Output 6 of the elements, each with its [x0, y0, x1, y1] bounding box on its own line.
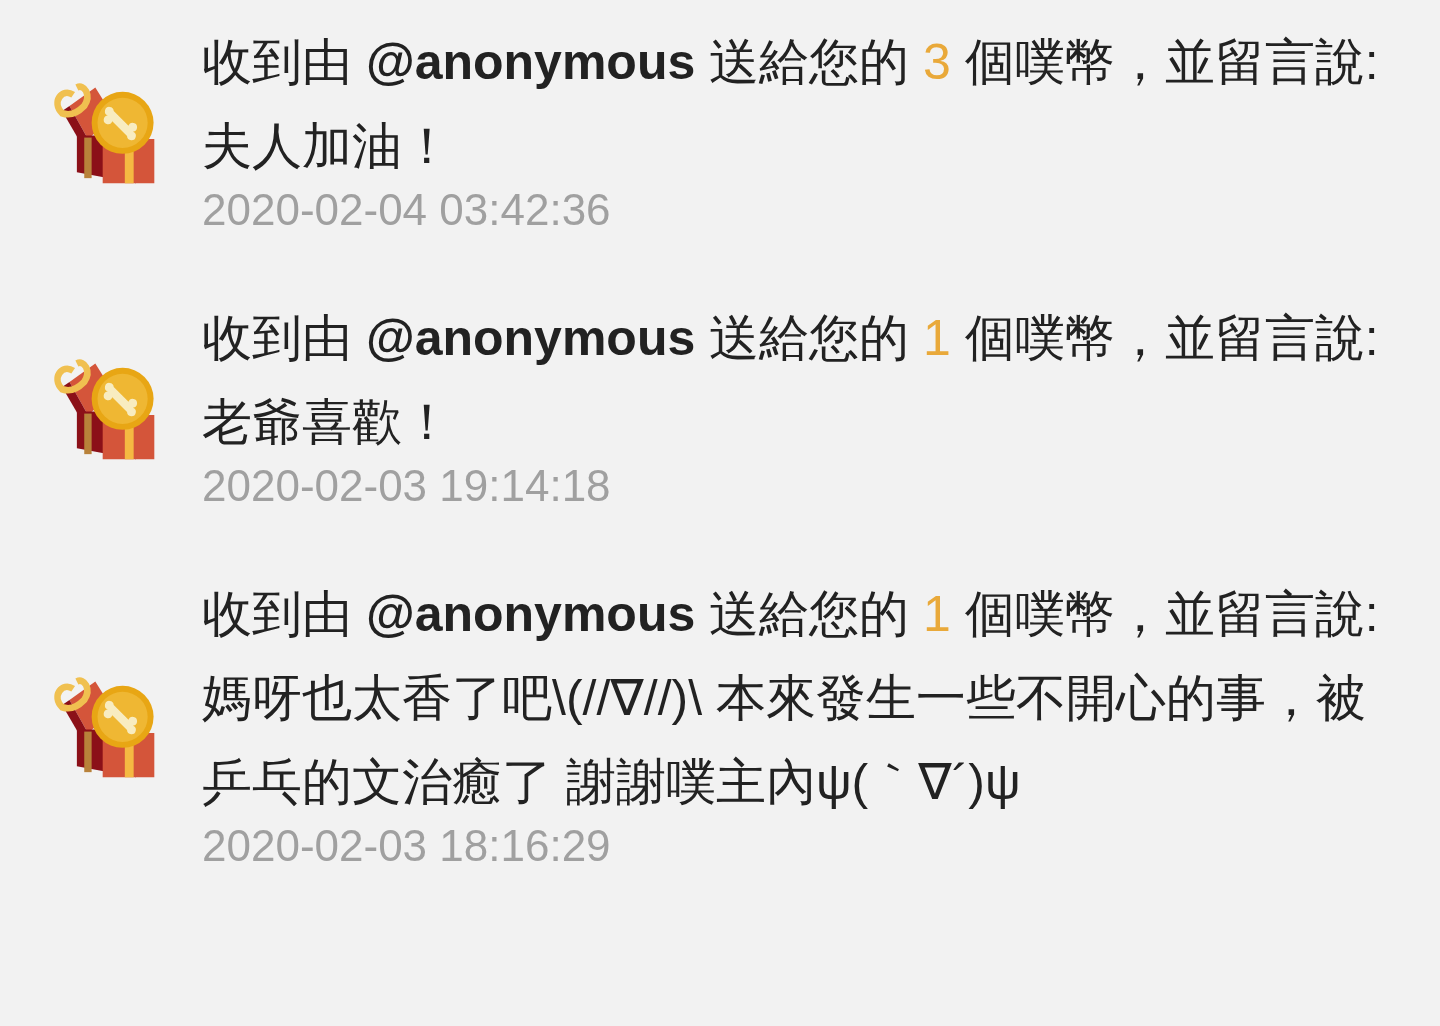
notification-text: 收到由 @anonymous 送給您的 1 個噗幣，並留言說: 媽呀也太香了吧\(//∇//)\ 本來發生一些不開心的事，被乒乓的文治癒了 謝謝噗主內ψ(｀∇´)ψ [202, 585, 1380, 812]
notification-text: 收到由 @anonymous 送給您的 1 個噗幣，並留言說: 老爺喜歡！ [202, 309, 1380, 452]
timestamp: 2020-02-04 03:42:36 [202, 184, 612, 236]
timestamp: 2020-02-03 18:16:29 [202, 820, 612, 872]
notification-text: 收到由 @anonymous 送給您的 3 個噗幣，並留言說: 夫人加油！ [202, 33, 1380, 176]
timestamp: 2020-02-03 19:14:18 [202, 460, 612, 512]
